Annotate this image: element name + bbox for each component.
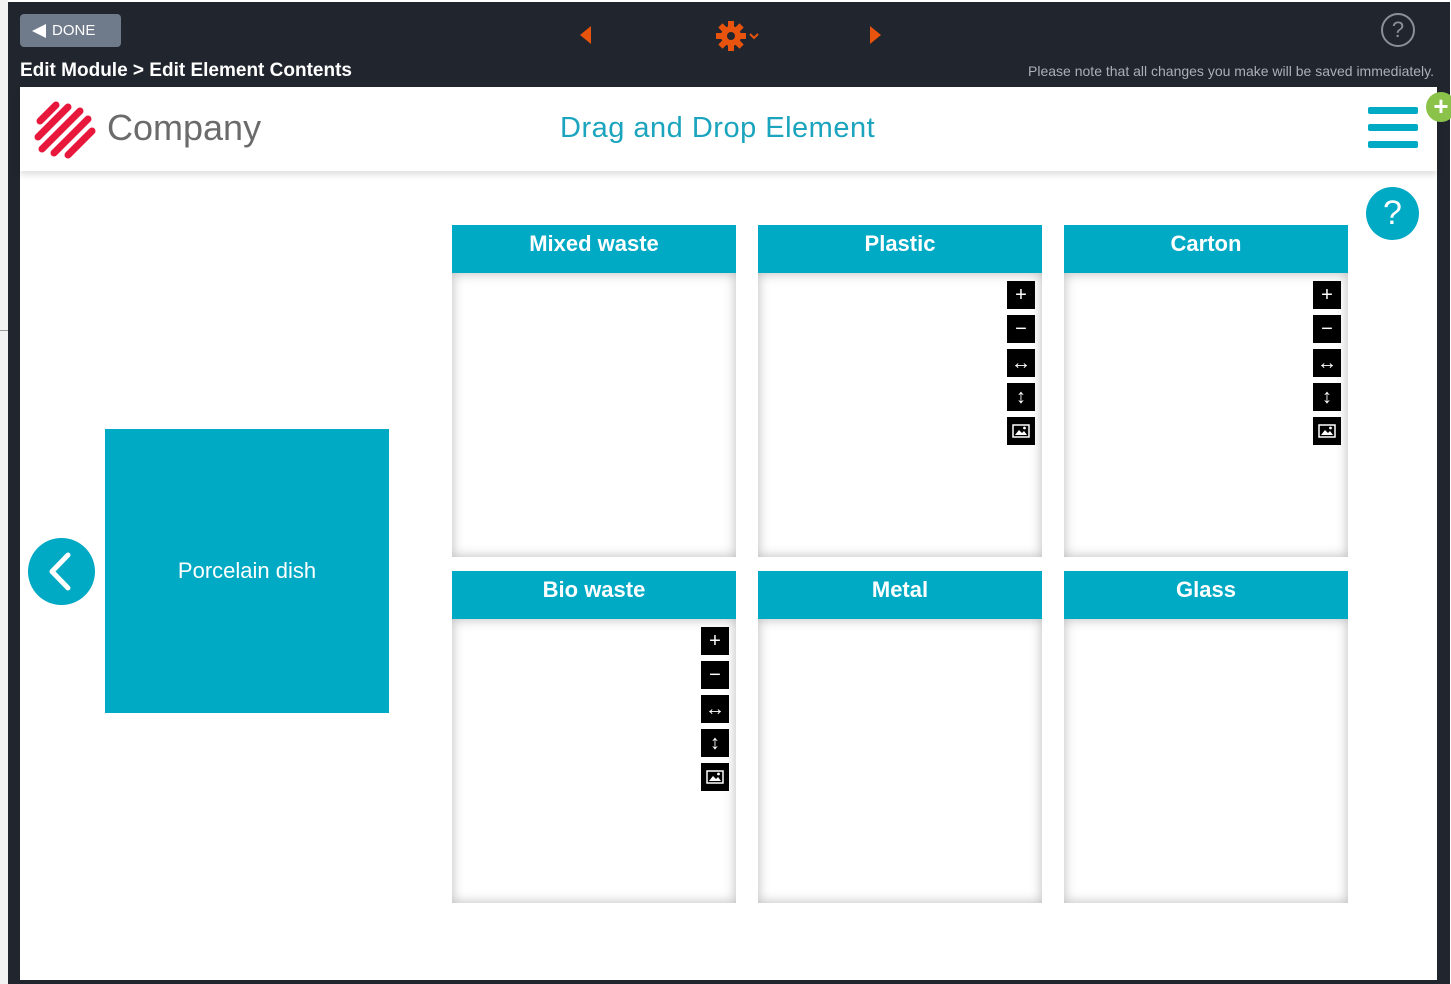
- back-button[interactable]: [28, 538, 95, 605]
- screen: DONE ? Edit Module > Edit Element Conten…: [0, 0, 1451, 984]
- image-icon[interactable]: [701, 763, 729, 791]
- minus-icon[interactable]: −: [1313, 315, 1341, 343]
- module-stage: Company Drag and Drop Element + ? Porcel…: [20, 87, 1451, 980]
- element-help-button[interactable]: ?: [1366, 187, 1419, 240]
- drop-zone[interactable]: Metal: [758, 571, 1042, 903]
- drop-zone-area[interactable]: [452, 273, 736, 557]
- drop-zone[interactable]: Mixed waste: [452, 225, 736, 557]
- drop-zone[interactable]: Bio waste + − ↔ ↕: [452, 571, 736, 903]
- page-title: Drag and Drop Element: [560, 112, 876, 144]
- previous-page-icon[interactable]: [580, 26, 591, 44]
- draggable-item[interactable]: Porcelain dish: [105, 429, 389, 713]
- minus-icon[interactable]: −: [701, 661, 729, 689]
- drop-zone-title: Carton: [1064, 225, 1348, 273]
- done-button[interactable]: DONE: [20, 14, 121, 47]
- drop-zone-tools: + − ↔ ↕: [1313, 281, 1341, 451]
- image-icon[interactable]: [1313, 417, 1341, 445]
- drop-zone-title: Glass: [1064, 571, 1348, 619]
- drop-zone-title: Mixed waste: [452, 225, 736, 273]
- add-comment-icon[interactable]: +: [1426, 92, 1451, 122]
- drop-zone[interactable]: Glass: [1064, 571, 1348, 903]
- plus-icon[interactable]: +: [701, 627, 729, 655]
- plus-icon[interactable]: +: [1313, 281, 1341, 309]
- drop-zone-title: Bio waste: [452, 571, 736, 619]
- resize-horizontal-icon[interactable]: ↔: [701, 695, 729, 723]
- resize-horizontal-icon[interactable]: ↔: [1007, 349, 1035, 377]
- drop-zone-area[interactable]: + − ↔ ↕: [1064, 273, 1348, 557]
- plus-icon[interactable]: +: [1007, 281, 1035, 309]
- company-logo-text: Company: [107, 107, 262, 148]
- drop-zone[interactable]: Carton + − ↔ ↕: [1064, 225, 1348, 557]
- chevron-left-icon: [49, 552, 71, 591]
- next-page-icon[interactable]: [870, 26, 881, 44]
- drop-zone-area[interactable]: + − ↔ ↕: [758, 273, 1042, 557]
- draggable-item-label: Porcelain dish: [177, 558, 317, 583]
- drop-zone[interactable]: Plastic + − ↔ ↕: [758, 225, 1042, 557]
- resize-vertical-icon[interactable]: ↕: [1313, 383, 1341, 411]
- left-edge: [0, 0, 8, 984]
- image-icon[interactable]: [1007, 417, 1035, 445]
- resize-horizontal-icon[interactable]: ↔: [1313, 349, 1341, 377]
- minus-icon[interactable]: −: [1007, 315, 1035, 343]
- resize-vertical-icon[interactable]: ↕: [701, 729, 729, 757]
- resize-vertical-icon[interactable]: ↕: [1007, 383, 1035, 411]
- save-notice: Please note that all changes you make wi…: [1028, 63, 1434, 79]
- company-logo-icon: [34, 101, 96, 159]
- help-button[interactable]: ?: [1381, 13, 1415, 47]
- drop-zone-tools: + − ↔ ↕: [1007, 281, 1035, 451]
- done-label: DONE: [52, 22, 96, 39]
- breadcrumb: Edit Module > Edit Element Contents: [20, 60, 352, 81]
- drop-zone-area[interactable]: [1064, 619, 1348, 903]
- drop-zone-area[interactable]: [758, 619, 1042, 903]
- menu-icon[interactable]: [1368, 107, 1418, 151]
- drop-zone-tools: + − ↔ ↕: [701, 627, 729, 797]
- settings-gear-icon[interactable]: [714, 20, 764, 52]
- drop-zone-title: Plastic: [758, 225, 1042, 273]
- stage-header: Company Drag and Drop Element +: [20, 87, 1451, 171]
- drop-zone-area[interactable]: + − ↔ ↕: [452, 619, 736, 903]
- back-triangle-icon: [32, 23, 46, 38]
- drop-zone-title: Metal: [758, 571, 1042, 619]
